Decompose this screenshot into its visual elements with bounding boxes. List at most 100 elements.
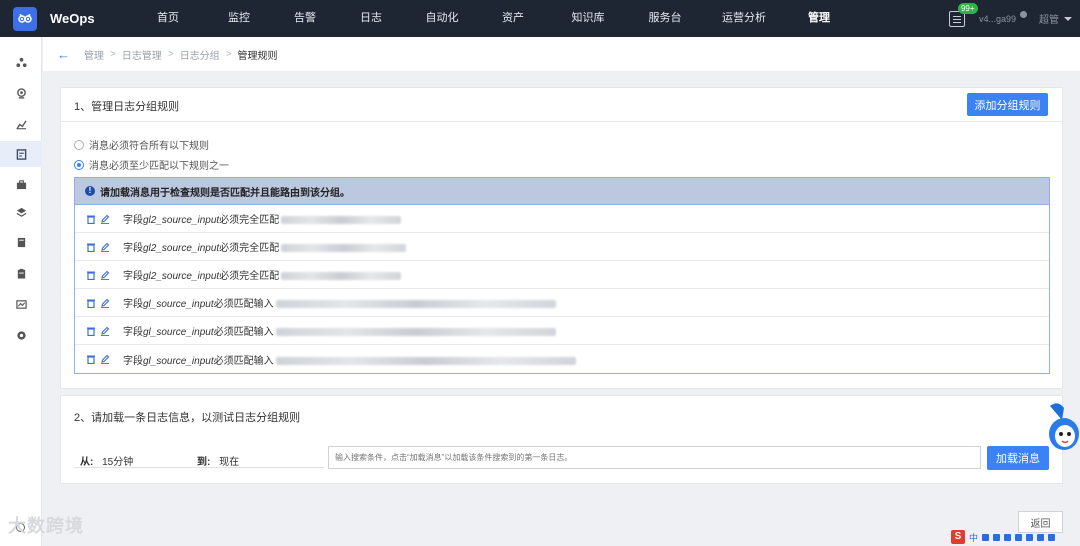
info-text: 请加载消息用于检查规则是否匹配并且能路由到该分组。 (100, 187, 350, 199)
rule-text: 字段gl2_source_input必须完全匹配 (123, 211, 402, 226)
rule-operator: 必须完全匹配 (219, 271, 280, 282)
time-to[interactable]: 到: 现在 (197, 453, 239, 468)
rule-row: 字段gl_source_input必须匹配输入 (75, 345, 1049, 373)
ime-language[interactable]: 中 (969, 531, 978, 544)
rule-operator: 必须匹配输入 (213, 355, 274, 367)
rule-row: 字段gl2_source_input必须完全匹配 (75, 205, 1049, 233)
help-icon[interactable] (1020, 11, 1027, 18)
notification-icon[interactable]: 99+ (948, 2, 978, 27)
rule-operator: 必须匹配输入 (213, 299, 274, 310)
time-from[interactable]: 从: 15分钟 (80, 453, 133, 468)
ime-toolbar: S 中 (951, 530, 1056, 544)
owl-logo-icon[interactable] (13, 6, 37, 31)
back-arrow-icon[interactable]: ← (57, 48, 70, 61)
rule-field: gl2_source_input (143, 243, 220, 254)
divider (74, 467, 324, 468)
rule-text: 字段gl2_source_input必须完全匹配 (123, 239, 407, 254)
rule-field: gl_source_input (143, 299, 214, 310)
sogou-ime-icon[interactable]: S (951, 530, 965, 544)
section-title: 1、管理日志分组规则 (74, 101, 180, 113)
watermark: 大数跨境 (8, 516, 84, 536)
ime-tool-icon[interactable] (1026, 533, 1034, 541)
radio-button-checked[interactable] (74, 159, 84, 170)
notification-badge: 99+ (957, 2, 978, 14)
trash-icon[interactable] (86, 214, 96, 224)
breadcrumb-separator-icon: > (110, 48, 116, 60)
redacted-value (281, 244, 407, 253)
breadcrumb-item[interactable]: 管理 (84, 47, 104, 62)
trash-icon[interactable] (86, 326, 96, 336)
edit-icon[interactable] (100, 242, 110, 252)
nav-knowledge[interactable]: 知识库 (548, 0, 628, 37)
trend-icon[interactable] (14, 297, 28, 311)
rule-operator: 必须完全匹配 (219, 215, 280, 226)
assistant-mascot-icon[interactable] (1042, 398, 1080, 458)
rule-prefix: 字段 (123, 243, 143, 254)
rule-field: gl2_source_input (143, 271, 220, 282)
nav-automation[interactable]: 自动化 (406, 0, 478, 37)
ime-tool-icon[interactable] (1015, 533, 1023, 541)
edit-icon[interactable] (100, 326, 110, 336)
redacted-value (275, 300, 556, 309)
layers-icon[interactable] (14, 205, 28, 219)
ime-tool-icon[interactable] (1037, 533, 1045, 541)
nav-service-desk[interactable]: 服务台 (628, 0, 702, 37)
info-icon: ! (85, 186, 95, 196)
trash-icon[interactable] (86, 298, 96, 308)
top-right-tools: 99+ v4...ga99 超管 (948, 0, 1072, 37)
radio-label: 消息必须符合所有以下规则 (89, 141, 209, 152)
nav-ops-analysis[interactable]: 运营分析 (702, 0, 786, 37)
search-input[interactable] (328, 446, 981, 469)
rule-prefix: 字段 (123, 327, 143, 338)
radio-button[interactable] (74, 139, 84, 150)
ime-tool-icon[interactable] (982, 533, 990, 541)
ime-tool-icon[interactable] (993, 533, 1001, 541)
settings-icon[interactable] (14, 328, 28, 342)
edit-icon[interactable] (100, 214, 110, 224)
rules-rows: 字段gl2_source_input必须完全匹配 字段gl2_source_inp… (75, 205, 1049, 373)
nav-assets[interactable]: 资产 (478, 0, 548, 37)
nav-home[interactable]: 首页 (132, 0, 204, 37)
edit-icon[interactable] (100, 354, 110, 364)
trash-icon[interactable] (86, 354, 96, 364)
radio-label: 消息必须至少匹配以下规则之一 (89, 161, 229, 172)
rule-text: 字段gl_source_input必须匹配输入 (123, 352, 576, 367)
log-icon[interactable] (14, 147, 28, 161)
rule-field: gl_source_input (143, 355, 214, 367)
rule-prefix: 字段 (123, 299, 143, 310)
load-message-button[interactable]: 加载消息 (987, 446, 1049, 470)
nav-management[interactable]: 管理 (786, 0, 852, 37)
clipboard-icon[interactable] (14, 266, 28, 280)
radio-match-any[interactable]: 消息必须至少匹配以下规则之一 (74, 157, 229, 172)
radio-match-all[interactable]: 消息必须符合所有以下规则 (74, 137, 209, 152)
brand-name[interactable]: WeOps (50, 11, 132, 26)
add-rule-button[interactable]: 添加分组规则 (967, 93, 1048, 116)
breadcrumb-item[interactable]: 日志分组 (180, 47, 220, 62)
edit-icon[interactable] (100, 270, 110, 280)
monitor-icon[interactable] (14, 86, 28, 100)
user-name[interactable]: 超管 (1039, 11, 1059, 26)
top-navigation-bar: WeOps 首页 监控 告警 日志 自动化 资产 知识库 服务台 运营分析 管理… (0, 0, 1080, 37)
main-nav: 首页 监控 告警 日志 自动化 资产 知识库 服务台 运营分析 管理 (132, 0, 852, 37)
trash-icon[interactable] (86, 270, 96, 280)
nav-log[interactable]: 日志 (336, 0, 406, 37)
redacted-value (281, 216, 402, 225)
test-message-card: 2、请加载一条日志信息，以测试日志分组规则 从: 15分钟 到: 现在 加载消息 (60, 395, 1063, 484)
book-icon[interactable] (14, 235, 28, 249)
ime-tool-icon[interactable] (1048, 533, 1056, 541)
nav-alert[interactable]: 告警 (274, 0, 336, 37)
ime-tool-icon[interactable] (1004, 533, 1012, 541)
edit-icon[interactable] (100, 298, 110, 308)
info-banner: ! 请加载消息用于检查规则是否匹配并且能路由到该分组。 (75, 178, 1049, 205)
divider (61, 121, 1062, 122)
toolbox-icon[interactable] (14, 177, 28, 191)
topology-icon[interactable] (14, 55, 28, 69)
rule-text: 字段gl_source_input必须匹配输入 (123, 295, 556, 310)
rule-row: 字段gl_source_input必须匹配输入 (75, 317, 1049, 345)
breadcrumb-item[interactable]: 日志管理 (122, 47, 162, 62)
nav-monitor[interactable]: 监控 (204, 0, 274, 37)
trash-icon[interactable] (86, 242, 96, 252)
chart-icon[interactable] (14, 117, 28, 131)
chevron-down-icon[interactable] (1064, 16, 1072, 21)
rule-text: 字段gl2_source_input必须完全匹配 (123, 267, 402, 282)
